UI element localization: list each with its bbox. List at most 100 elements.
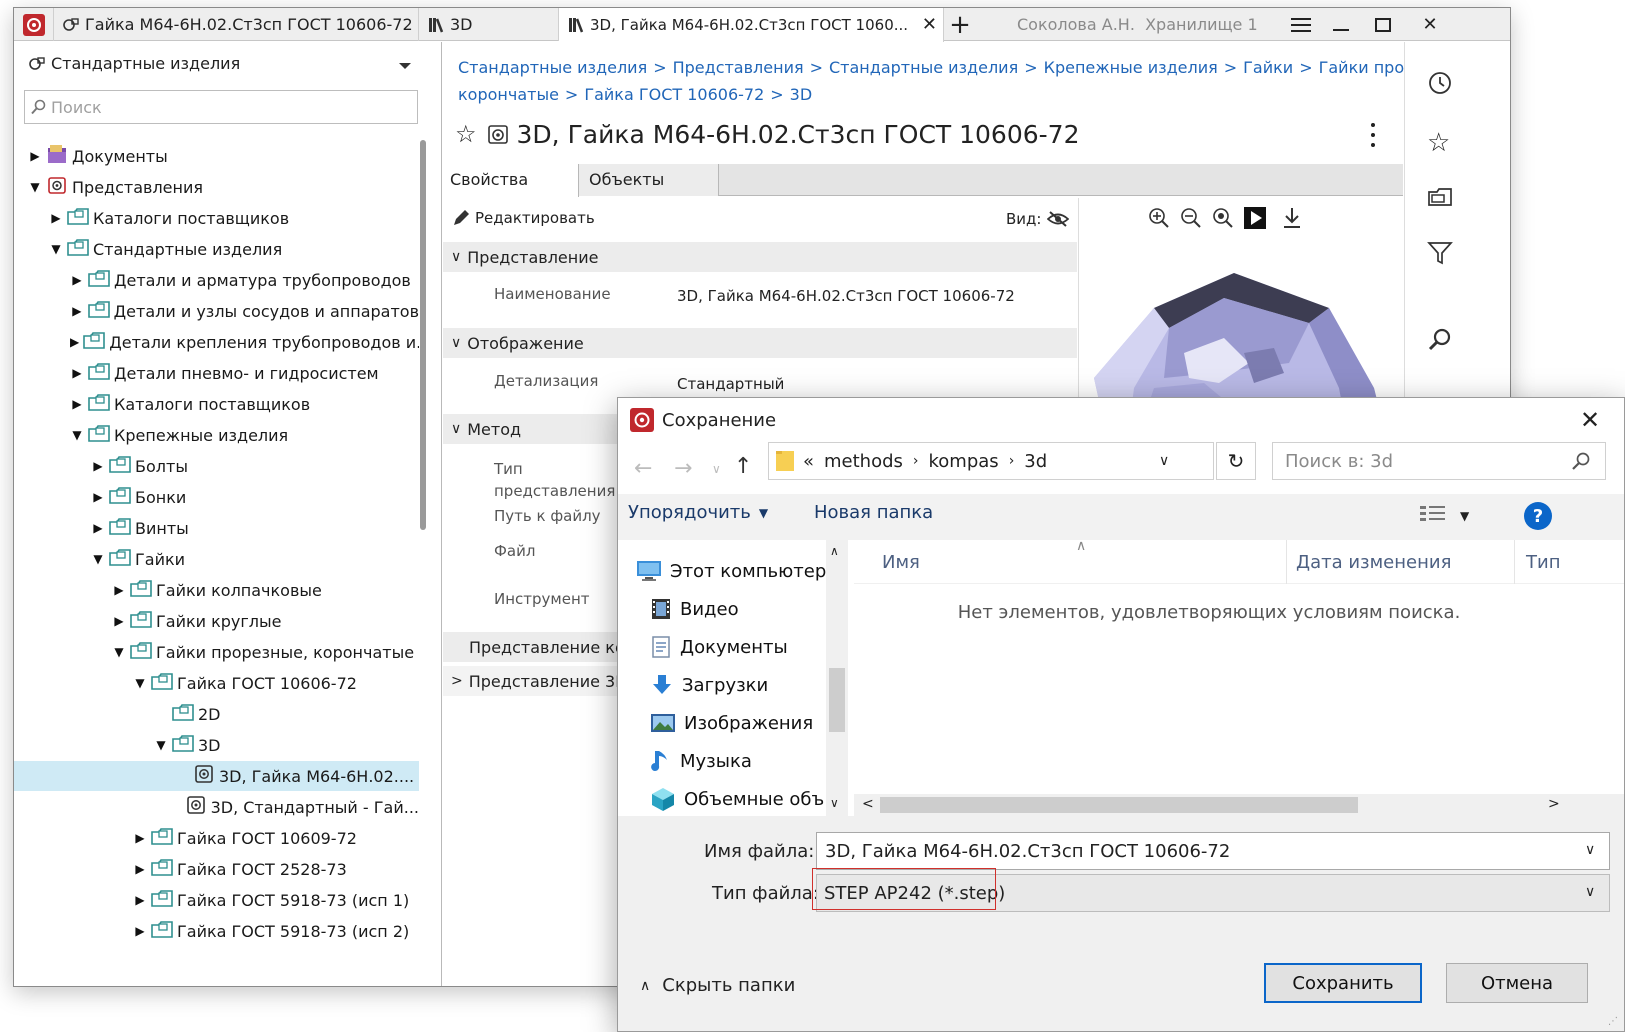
column-type[interactable]: Тип [1526, 552, 1560, 573]
more-options-icon[interactable] [1365, 120, 1381, 150]
tree-item[interactable]: ▶ Болты [14, 451, 419, 481]
expand-down-icon[interactable]: ▼ [70, 428, 84, 442]
maximize-icon[interactable] [1364, 8, 1402, 41]
refresh-icon[interactable]: ↻ [1216, 442, 1256, 480]
expand-down-icon[interactable]: ▼ [112, 645, 126, 659]
new-folder-button[interactable]: Новая папка [814, 502, 933, 523]
tab-objects[interactable]: Объекты [579, 164, 719, 196]
view-options-button[interactable]: ▼ [1420, 504, 1469, 528]
tree-item[interactable]: ▶ Детали крепления трубопроводов и... [14, 327, 419, 357]
hide-folders-button[interactable]: ∧ Скрыть папки [640, 975, 795, 996]
tree-item[interactable]: ▶ Гайка ГОСТ 2528-73 [14, 854, 419, 884]
expand-right-icon[interactable]: ▶ [70, 273, 84, 287]
zoom-fit-icon[interactable] [1211, 206, 1235, 234]
expand-right-icon[interactable]: ▶ [133, 862, 147, 876]
help-icon[interactable]: ? [1524, 502, 1552, 530]
tree-item[interactable]: 3D, Гайка М64-6Н.02.... [14, 761, 419, 791]
breadcrumb-link[interactable]: Гайка ГОСТ 10606-72 [584, 85, 764, 104]
scroll-left-icon[interactable]: < [862, 796, 874, 812]
tree-item[interactable]: ▶ Детали и арматура трубопроводов [14, 265, 419, 295]
scroll-thumb[interactable] [880, 797, 1358, 813]
tab-properties[interactable]: Свойства [443, 164, 579, 197]
tree-item[interactable]: ▶ Каталоги поставщиков [14, 203, 419, 233]
save-button[interactable]: Сохранить [1264, 963, 1422, 1003]
up-arrow-icon[interactable]: ↑ [734, 454, 752, 479]
chevron-down-icon[interactable]: ∨ [1159, 453, 1169, 469]
expand-right-icon[interactable]: ▶ [91, 521, 105, 535]
history-clock-icon[interactable] [1427, 70, 1453, 100]
search-input[interactable]: Поиск [24, 90, 418, 124]
tree-item[interactable]: ▶ Гайка ГОСТ 5918-73 (исп 1) [14, 885, 419, 915]
path-segment[interactable]: 3d [1024, 451, 1047, 472]
close-tab-icon[interactable]: ✕ [922, 14, 937, 35]
scroll-down-icon[interactable]: ∨ [830, 796, 839, 810]
nav-item[interactable]: Этот компьютер [636, 552, 826, 590]
column-divider[interactable] [1286, 540, 1287, 584]
folder-search-input[interactable]: Поиск в: 3d [1272, 442, 1606, 480]
tree-item[interactable]: ▶ Бонки [14, 482, 419, 512]
expand-down-icon[interactable]: ▼ [133, 676, 147, 690]
breadcrumb-link[interactable]: Стандартные изделия [829, 58, 1018, 77]
expand-down-icon[interactable]: ▼ [49, 242, 63, 256]
expand-right-icon[interactable]: ▶ [70, 304, 84, 318]
expand-right-icon[interactable]: ▶ [112, 583, 126, 597]
menu-icon[interactable] [1282, 8, 1320, 41]
expand-right-icon[interactable]: ▶ [91, 459, 105, 473]
tree-item[interactable]: ▶ Каталоги поставщиков [14, 389, 419, 419]
chevron-down-icon[interactable]: ∨ [1585, 842, 1595, 858]
tree-item[interactable]: ▶ Винты [14, 513, 419, 543]
favorite-star-icon[interactable]: ☆ [455, 120, 477, 148]
recent-locations-icon[interactable]: ∨ [712, 462, 721, 476]
expand-right-icon[interactable]: ▶ [133, 893, 147, 907]
folders-icon[interactable] [1427, 185, 1453, 213]
column-date[interactable]: Дата изменения [1296, 552, 1451, 573]
expand-right-icon[interactable]: ▶ [70, 335, 79, 349]
zoom-in-icon[interactable] [1147, 206, 1171, 234]
back-arrow-icon[interactable]: ← [634, 456, 652, 481]
expand-right-icon[interactable]: ▶ [70, 397, 84, 411]
tab-3d[interactable]: 3D [419, 8, 559, 41]
chevron-down-icon[interactable] [398, 56, 412, 75]
expand-right-icon[interactable]: ▶ [133, 924, 147, 938]
tree-item[interactable]: ▶ Детали и узлы сосудов и аппаратов [14, 296, 419, 326]
nav-item[interactable]: Изображения [650, 704, 813, 742]
nav-scrollbar[interactable]: ∧ ∨ [826, 540, 848, 816]
nav-item[interactable]: Документы [650, 628, 788, 666]
tree-item[interactable]: ▶ Гайки колпачковые [14, 575, 419, 605]
breadcrumb-link[interactable]: Гайки [1243, 58, 1293, 77]
expand-right-icon[interactable]: ▶ [49, 211, 63, 225]
expand-down-icon[interactable]: ▼ [154, 738, 168, 752]
column-divider[interactable] [1514, 540, 1515, 584]
nav-item[interactable]: Видео [650, 590, 739, 628]
organize-button[interactable]: Упорядочить ▼ [628, 502, 768, 523]
breadcrumb-link[interactable]: Стандартные изделия [458, 58, 647, 77]
tree-scrollbar[interactable] [420, 140, 426, 530]
path-segment[interactable]: kompas [929, 451, 999, 472]
tree-item[interactable]: ▶ Гайки круглые [14, 606, 419, 636]
expand-right-icon[interactable]: ▶ [112, 614, 126, 628]
view-toggle[interactable]: Вид: [1006, 210, 1070, 228]
tree-item[interactable]: 2D [14, 699, 419, 729]
chevron-down-icon[interactable]: ∨ [1585, 884, 1595, 900]
new-tab-plus-icon[interactable]: + [944, 8, 976, 41]
filter-icon[interactable] [1427, 240, 1453, 270]
close-window-icon[interactable]: ✕ [1410, 8, 1450, 41]
path-segment[interactable]: methods [824, 451, 903, 472]
filetype-select[interactable]: STEP AP242 (*.step) ∨ [812, 868, 1610, 912]
tree-item[interactable]: 3D, Стандартный - Гай... [14, 792, 419, 822]
minimize-icon[interactable] [1322, 8, 1360, 41]
nav-item[interactable]: Загрузки [650, 666, 768, 704]
expand-right-icon[interactable]: ▶ [133, 831, 147, 845]
tree-item[interactable]: ▼ 3D [14, 730, 419, 760]
edit-button[interactable]: Редактировать [451, 208, 595, 228]
tree-item[interactable]: ▼ Гайки прорезные, корончатые [14, 637, 419, 667]
tree-item[interactable]: ▼ Стандартные изделия [14, 234, 419, 264]
expand-right-icon[interactable]: ▶ [70, 366, 84, 380]
tree-item[interactable]: ▶ Гайка ГОСТ 10609-72 [14, 823, 419, 853]
favorites-star-icon[interactable]: ☆ [1427, 128, 1450, 158]
expand-right-icon[interactable]: ▶ [91, 490, 105, 504]
nav-item[interactable]: Музыка [650, 742, 752, 780]
forward-arrow-icon[interactable]: → [674, 456, 692, 481]
tree-item[interactable]: ▼ Крепежные изделия [14, 420, 419, 450]
scroll-right-icon[interactable]: > [1548, 796, 1560, 812]
